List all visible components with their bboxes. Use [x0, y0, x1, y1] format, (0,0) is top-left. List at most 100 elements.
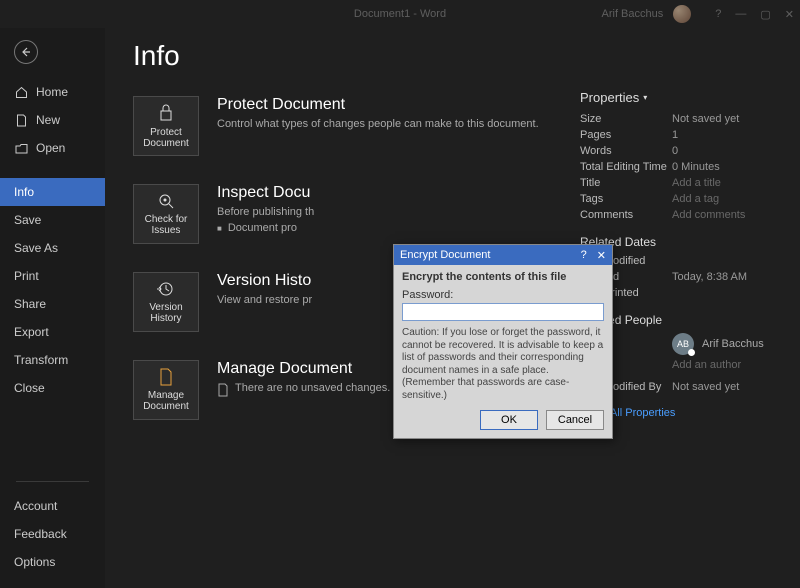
sidebar-item-new[interactable]: New — [0, 106, 105, 134]
encrypt-document-dialog: Encrypt Document ? ✕ Encrypt the content… — [393, 244, 613, 439]
new-icon — [14, 113, 28, 127]
prop-value: Not saved yet — [672, 113, 739, 125]
sidebar-item-share[interactable]: Share — [0, 290, 105, 318]
protect-document-button[interactable]: Protect Document — [133, 96, 199, 156]
back-button[interactable] — [14, 40, 38, 64]
open-icon — [14, 141, 28, 155]
dialog-close-icon[interactable]: ✕ — [597, 249, 606, 262]
minimize-icon[interactable]: — — [735, 8, 746, 21]
document-icon — [158, 368, 174, 386]
prop-label: Tags — [580, 193, 672, 205]
check-issues-button[interactable]: Check for Issues — [133, 184, 199, 244]
arrow-left-icon — [20, 46, 32, 58]
prop-value: Today, 8:38 AM — [672, 271, 747, 283]
section-title: Inspect Docu — [217, 184, 314, 202]
sidebar-item-save[interactable]: Save — [0, 206, 105, 234]
sidebar-item-export[interactable]: Export — [0, 318, 105, 346]
card-label: Version History — [149, 302, 182, 324]
sidebar-item-options[interactable]: Options — [0, 548, 105, 576]
password-label: Password: — [402, 289, 604, 301]
sidebar-label: Close — [14, 381, 45, 395]
sidebar-label: Save — [14, 213, 41, 227]
titlebar: Document1 - Word Arif Bacchus ? — ▢ ✕ — [0, 0, 800, 28]
section-inspect: Check for Issues Inspect Docu Before pub… — [133, 184, 560, 244]
sidebar-label: New — [36, 113, 60, 127]
version-history-button[interactable]: Version History — [133, 272, 199, 332]
dialog-help-icon[interactable]: ? — [581, 249, 587, 262]
sidebar-item-home[interactable]: Home — [0, 78, 105, 106]
dialog-caution: Caution: If you lose or forget the passw… — [402, 327, 604, 402]
sidebar-item-info[interactable]: Info — [0, 178, 105, 206]
sidebar-item-open[interactable]: Open — [0, 134, 105, 162]
prop-value: Not saved yet — [672, 381, 739, 393]
sidebar-item-print[interactable]: Print — [0, 262, 105, 290]
section-desc: There are no unsaved changes. — [235, 382, 390, 394]
section-desc: View and restore pr — [217, 294, 312, 306]
prop-label: Pages — [580, 129, 672, 141]
card-label: Manage Document — [143, 390, 189, 412]
inspect-icon — [157, 192, 175, 210]
titlebar-user: Arif Bacchus — [602, 8, 664, 20]
prop-value[interactable]: Add a tag — [672, 193, 719, 205]
prop-label: Comments — [580, 209, 672, 221]
author-name: Arif Bacchus — [702, 338, 764, 350]
sidebar-label: Account — [14, 499, 57, 513]
dialog-title: Encrypt Document — [400, 249, 490, 261]
sidebar-label: Feedback — [14, 527, 67, 541]
section-protect: Protect Document Protect Document Contro… — [133, 96, 560, 156]
add-author[interactable]: Add an author — [672, 359, 741, 371]
sidebar-label: Open — [36, 141, 65, 155]
cancel-button[interactable]: Cancel — [546, 410, 604, 430]
prop-value[interactable]: Add comments — [672, 209, 745, 221]
sidebar-label: Export — [14, 325, 49, 339]
sidebar-item-saveas[interactable]: Save As — [0, 234, 105, 262]
section-title: Manage Document — [217, 360, 390, 378]
doc-title: Document1 - Word — [354, 8, 446, 20]
author[interactable]: AB Arif Bacchus — [672, 333, 764, 355]
dialog-subtitle: Encrypt the contents of this file — [402, 271, 604, 283]
ok-button[interactable]: OK — [480, 410, 538, 430]
section-desc: Control what types of changes people can… — [217, 118, 539, 130]
password-input[interactable] — [402, 303, 604, 321]
sidebar-item-feedback[interactable]: Feedback — [0, 520, 105, 548]
help-icon[interactable]: ? — [715, 8, 721, 21]
sidebar-label: Info — [14, 185, 34, 199]
card-label: Check for Issues — [145, 214, 188, 236]
maximize-icon[interactable]: ▢ — [760, 8, 770, 21]
avatar-icon[interactable] — [673, 5, 691, 23]
section-title: Protect Document — [217, 96, 539, 114]
document-small-icon — [217, 383, 229, 397]
properties-heading[interactable]: Properties▾ — [580, 90, 780, 105]
manage-document-button[interactable]: Manage Document — [133, 360, 199, 420]
sidebar: Home New Open Info Save Save As Print Sh… — [0, 28, 105, 588]
sidebar-label: Share — [14, 297, 46, 311]
sidebar-label: Save As — [14, 241, 58, 255]
prop-value: 1 — [672, 129, 678, 141]
section-desc: Before publishing th — [217, 206, 314, 218]
sidebar-label: Options — [14, 555, 55, 569]
sidebar-label: Transform — [14, 353, 68, 367]
avatar-icon: AB — [672, 333, 694, 355]
section-title: Version Histo — [217, 272, 312, 290]
sidebar-item-account[interactable]: Account — [0, 492, 105, 520]
chevron-down-icon: ▾ — [643, 93, 647, 102]
prop-label: Size — [580, 113, 672, 125]
close-window-icon[interactable]: ✕ — [785, 8, 794, 21]
prop-value: 0 — [672, 145, 678, 157]
prop-label: Title — [580, 177, 672, 189]
prop-value: 0 Minutes — [672, 161, 720, 173]
lock-icon — [157, 103, 175, 123]
card-label: Protect Document — [143, 127, 189, 149]
prop-label: Total Editing Time — [580, 161, 672, 173]
sidebar-label: Print — [14, 269, 39, 283]
page-title: Info — [133, 40, 560, 72]
prop-value[interactable]: Add a title — [672, 177, 721, 189]
dialog-titlebar[interactable]: Encrypt Document ? ✕ — [394, 245, 612, 265]
home-icon — [14, 85, 28, 99]
prop-label: Words — [580, 145, 672, 157]
history-icon — [157, 280, 175, 298]
sidebar-label: Home — [36, 85, 68, 99]
sidebar-item-close[interactable]: Close — [0, 374, 105, 402]
sidebar-item-transform[interactable]: Transform — [0, 346, 105, 374]
section-bullet: Document pro — [217, 222, 314, 234]
